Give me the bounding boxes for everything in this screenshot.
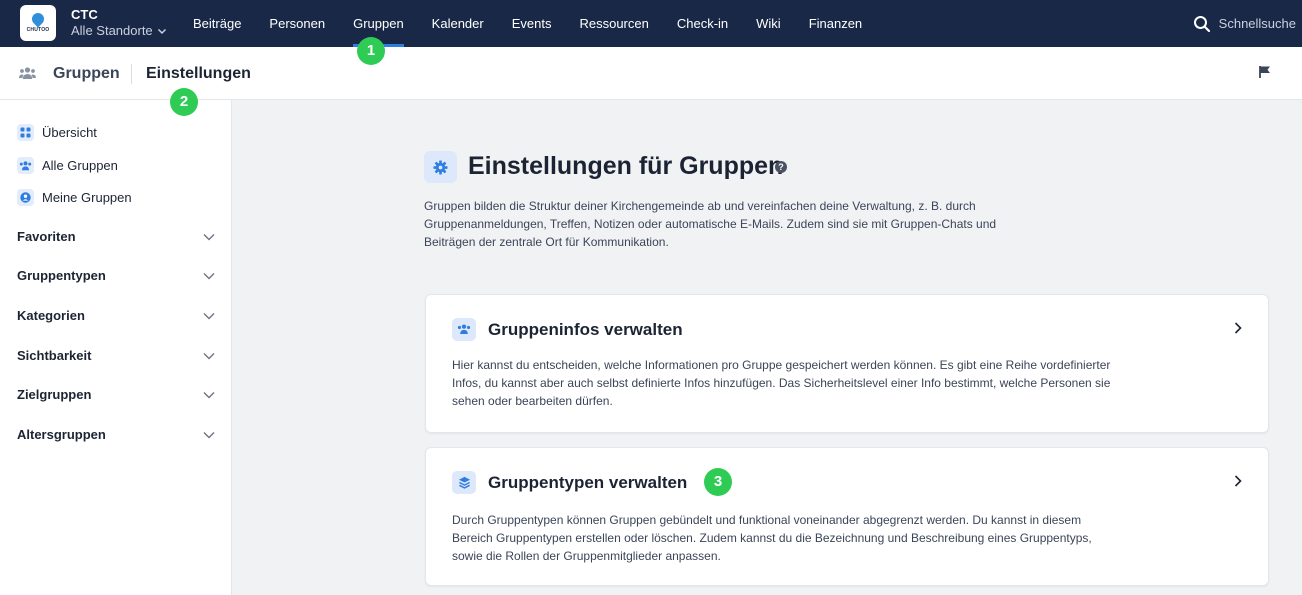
chevron-down-icon bbox=[157, 28, 166, 35]
users-icon bbox=[19, 67, 36, 79]
sidebar-section-label: Favoriten bbox=[17, 229, 76, 244]
sidebar-item-uebersicht[interactable]: Übersicht bbox=[17, 124, 97, 141]
chevron-down-icon bbox=[203, 352, 215, 359]
sidebar-item-alle-gruppen[interactable]: Alle Gruppen bbox=[17, 157, 118, 174]
nav-personen[interactable]: Personen bbox=[269, 0, 325, 47]
chevron-down-icon bbox=[203, 312, 215, 319]
search-icon bbox=[1193, 15, 1210, 32]
sidebar-section-altersgruppen[interactable]: Altersgruppen bbox=[17, 427, 215, 442]
sidebar-item-label: Übersicht bbox=[42, 125, 97, 140]
help-icon[interactable]: ? bbox=[775, 161, 787, 173]
step-marker-2: 2 bbox=[170, 88, 198, 116]
card-title: Gruppeninfos verwalten bbox=[488, 320, 683, 339]
sidebar-section-kategorien[interactable]: Kategorien bbox=[17, 308, 215, 323]
nav-wiki[interactable]: Wiki bbox=[756, 0, 781, 47]
chevron-down-icon bbox=[203, 272, 215, 279]
sidebar-item-meine-gruppen[interactable]: Meine Gruppen bbox=[17, 189, 132, 206]
sidebar-item-label: Alle Gruppen bbox=[42, 158, 118, 173]
page-title: Einstellungen für Gruppen bbox=[468, 152, 784, 180]
breadcrumb-current: Einstellungen bbox=[146, 65, 251, 82]
chevron-down-icon bbox=[203, 233, 215, 240]
sidebar-section-zielgruppen[interactable]: Zielgruppen bbox=[17, 387, 215, 402]
top-navbar: CHUTOO CTC Alle Standorte Beiträge Perso… bbox=[0, 0, 1302, 47]
grid-icon bbox=[17, 124, 34, 141]
card-title: Gruppentypen verwalten bbox=[488, 473, 688, 492]
sidebar-section-label: Altersgruppen bbox=[17, 427, 106, 442]
breadcrumb: Gruppen Einstellungen bbox=[0, 47, 1302, 100]
quick-search-label: Schnellsuche bbox=[1218, 16, 1296, 31]
gear-icon bbox=[424, 151, 457, 183]
sidebar: Übersicht Alle Gruppen Meine Gruppen Fav… bbox=[0, 100, 232, 595]
layers-icon bbox=[452, 471, 476, 494]
org-name: CTC bbox=[71, 7, 98, 22]
logo-drop-icon bbox=[29, 10, 47, 28]
flag-icon[interactable] bbox=[1258, 65, 1272, 79]
users-icon bbox=[452, 318, 476, 341]
nav-ressourcen[interactable]: Ressourcen bbox=[579, 0, 648, 47]
app-logo[interactable]: CHUTOO bbox=[20, 5, 56, 41]
nav-beitraege[interactable]: Beiträge bbox=[193, 0, 241, 47]
main-nav: Beiträge Personen Gruppen Kalender Event… bbox=[193, 0, 890, 47]
chevron-right-icon bbox=[1234, 322, 1242, 334]
sidebar-item-label: Meine Gruppen bbox=[42, 190, 132, 205]
chevron-down-icon bbox=[203, 391, 215, 398]
sidebar-section-gruppentypen[interactable]: Gruppentypen bbox=[17, 268, 215, 283]
breadcrumb-section[interactable]: Gruppen bbox=[53, 65, 120, 83]
nav-finanzen[interactable]: Finanzen bbox=[809, 0, 862, 47]
location-label: Alle Standorte bbox=[71, 23, 153, 38]
sidebar-section-label: Kategorien bbox=[17, 308, 85, 323]
page-intro: Gruppen bilden die Struktur deiner Kirch… bbox=[424, 199, 997, 249]
nav-check-in[interactable]: Check-in bbox=[677, 0, 728, 47]
org-switcher[interactable]: CTC Alle Standorte bbox=[71, 7, 167, 39]
users-icon bbox=[17, 157, 34, 174]
step-marker-1: 1 bbox=[357, 37, 385, 65]
card-gruppeninfos[interactable]: Gruppeninfos verwalten Hier kannst du en… bbox=[425, 294, 1269, 433]
user-circle-icon bbox=[17, 189, 34, 206]
card-gruppentypen[interactable]: Gruppentypen verwalten Durch Gruppentype… bbox=[425, 447, 1269, 586]
logo-text: CHUTOO bbox=[26, 27, 50, 33]
chevron-right-icon bbox=[1234, 475, 1242, 487]
nav-kalender[interactable]: Kalender bbox=[432, 0, 484, 47]
chevron-down-icon bbox=[203, 431, 215, 438]
sidebar-section-sichtbarkeit[interactable]: Sichtbarkeit bbox=[17, 348, 215, 363]
quick-search[interactable]: Schnellsuche bbox=[1193, 0, 1296, 47]
breadcrumb-divider bbox=[131, 64, 132, 84]
nav-events[interactable]: Events bbox=[512, 0, 552, 47]
sidebar-section-label: Zielgruppen bbox=[17, 387, 92, 402]
sidebar-section-label: Sichtbarkeit bbox=[17, 348, 92, 363]
step-marker-3: 3 bbox=[704, 468, 732, 496]
sidebar-section-label: Gruppentypen bbox=[17, 268, 106, 283]
sidebar-section-favoriten[interactable]: Favoriten bbox=[17, 229, 215, 244]
location-row: Alle Standorte bbox=[71, 23, 167, 39]
card-description: Durch Gruppentypen können Gruppen gebünd… bbox=[452, 513, 1092, 563]
card-description: Hier kannst du entscheiden, welche Infor… bbox=[452, 358, 1111, 408]
